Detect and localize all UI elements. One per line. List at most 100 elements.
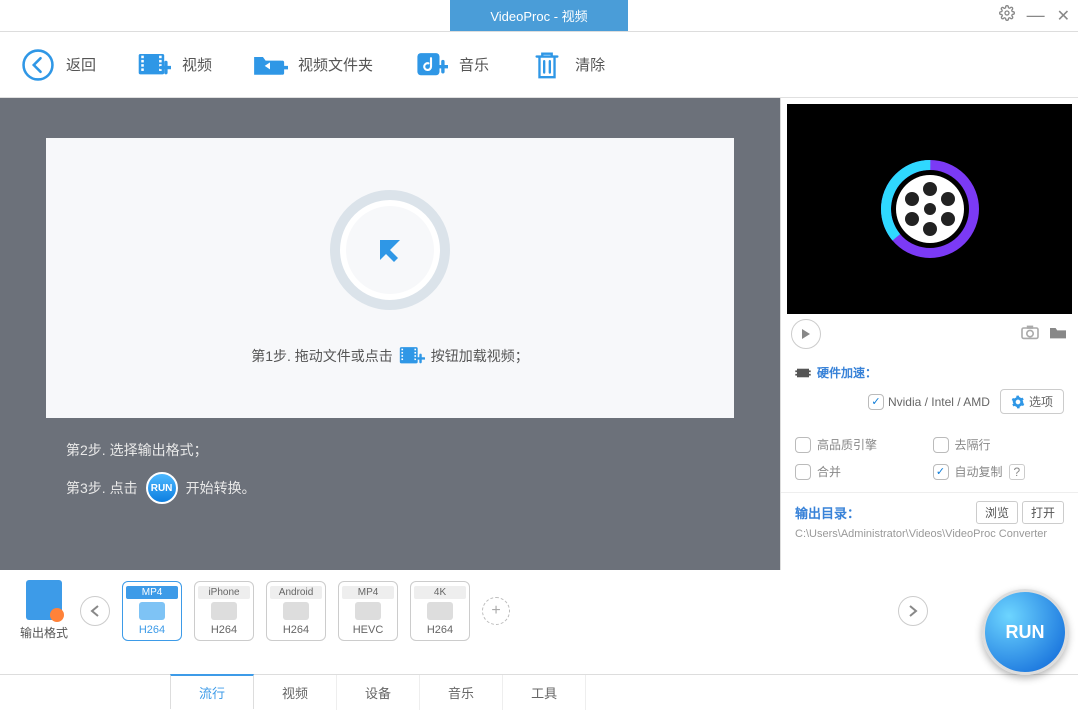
help-icon[interactable]: ? xyxy=(1009,464,1026,480)
music-icon xyxy=(413,47,449,83)
open-button[interactable]: 打开 xyxy=(1022,501,1064,524)
format-card-android-h264[interactable]: Android H264 xyxy=(266,581,326,641)
checkbox-checked-icon: ✓ xyxy=(868,394,884,410)
step3-suffix: 开始转换。 xyxy=(186,478,256,498)
gear-icon xyxy=(1011,395,1025,409)
folder-label: 视频文件夹 xyxy=(298,54,373,75)
chevron-left-icon xyxy=(90,605,100,617)
hardware-section: 硬件加速： ✓ Nvidia / Intel / AMD 选项 xyxy=(781,354,1078,424)
format-top: MP4 xyxy=(126,586,178,599)
hw-accel-label: 硬件加速： xyxy=(795,364,1064,381)
minimize-icon[interactable]: — xyxy=(1027,5,1045,26)
format-codec: H264 xyxy=(427,624,453,636)
play-icon xyxy=(800,328,812,340)
steps-panel: 第2步. 选择输出格式； 第3步. 点击 RUN 开始转换。 xyxy=(46,422,734,522)
merge-checkbox[interactable]: 合并 xyxy=(795,463,927,480)
snapshot-icon[interactable] xyxy=(1020,324,1040,345)
back-button[interactable]: 返回 xyxy=(20,47,96,83)
titlebar: VideoProc - 视频 — ✕ xyxy=(0,0,1078,32)
back-label: 返回 xyxy=(66,54,96,75)
output-dir-label: 输出目录： xyxy=(795,503,860,522)
step2-text: 第2步. 选择输出格式； xyxy=(66,434,714,466)
gpu-label: Nvidia / Intel / AMD xyxy=(888,395,990,409)
cursor-icon xyxy=(370,230,410,270)
format-thumb-icon xyxy=(283,602,309,620)
plus-icon: + xyxy=(491,602,500,620)
next-format-button[interactable] xyxy=(898,596,928,626)
format-card-iphone-h264[interactable]: iPhone H264 xyxy=(194,581,254,641)
format-bar: 输出格式 MP4 H264 iPhone H264 Android H264 MP4 HEVC… xyxy=(0,570,1078,710)
music-label: 音乐 xyxy=(459,54,489,75)
format-top: iPhone xyxy=(198,586,250,599)
video-label: 视频 xyxy=(182,54,212,75)
browse-button[interactable]: 浏览 xyxy=(976,501,1018,524)
video-icon xyxy=(136,47,172,83)
trash-icon xyxy=(529,47,565,83)
chevron-right-icon xyxy=(908,605,918,617)
add-format-button[interactable]: + xyxy=(482,597,510,625)
format-thumb-icon xyxy=(355,602,381,620)
output-path: C:\Users\Administrator\Videos\VideoProc … xyxy=(795,528,1064,540)
output-section: 输出目录： 浏览 打开 C:\Users\Administrator\Video… xyxy=(781,492,1078,548)
format-tabs: 流行视频设备音乐工具 xyxy=(0,674,1078,710)
step1-prefix: 第1步. 拖动文件或点击 xyxy=(251,346,393,366)
app-logo-icon xyxy=(870,149,990,269)
play-button[interactable] xyxy=(791,319,821,349)
clear-button[interactable]: 清除 xyxy=(529,47,605,83)
output-format-button[interactable]: 输出格式 xyxy=(20,580,68,641)
video-add-icon xyxy=(399,345,425,367)
format-top: MP4 xyxy=(342,586,394,599)
tab-4[interactable]: 工具 xyxy=(503,675,586,710)
options-label: 选项 xyxy=(1029,393,1053,410)
format-thumb-icon xyxy=(427,602,453,620)
back-icon xyxy=(20,47,56,83)
gpu-checkbox[interactable]: ✓ Nvidia / Intel / AMD xyxy=(868,394,990,410)
step1-text: 第1步. 拖动文件或点击 按钮加载视频； xyxy=(251,345,529,367)
folder-icon xyxy=(252,47,288,83)
step3-row: 第3步. 点击 RUN 开始转换。 xyxy=(66,466,714,510)
gear-icon[interactable] xyxy=(999,5,1015,26)
checkbox-checked-icon: ✓ xyxy=(933,464,949,480)
add-folder-button[interactable]: 视频文件夹 xyxy=(252,47,373,83)
format-card-mp4-hevc[interactable]: MP4 HEVC xyxy=(338,581,398,641)
step1-suffix: 按钮加载视频； xyxy=(431,346,529,366)
format-codec: HEVC xyxy=(353,624,384,636)
run-button[interactable]: RUN xyxy=(982,589,1068,675)
add-music-button[interactable]: 音乐 xyxy=(413,47,489,83)
toolbar: 返回 视频 视频文件夹 音乐 清除 xyxy=(0,32,1078,98)
preview-controls xyxy=(781,314,1078,354)
window-title: VideoProc - 视频 xyxy=(450,0,627,31)
drop-zone[interactable]: 第1步. 拖动文件或点击 按钮加载视频； xyxy=(46,138,734,418)
format-card-mp4-h264[interactable]: MP4 H264 xyxy=(122,581,182,641)
main-area: 第1步. 拖动文件或点击 按钮加载视频； 第2步. 选择输出格式； 第3步. 点… xyxy=(0,98,1078,570)
open-folder-icon[interactable] xyxy=(1048,324,1068,345)
format-doc-icon xyxy=(26,580,62,620)
clear-label: 清除 xyxy=(575,54,605,75)
close-icon[interactable]: ✕ xyxy=(1057,6,1070,26)
chip-icon xyxy=(795,367,811,379)
format-top: 4K xyxy=(414,586,466,599)
add-video-button[interactable]: 视频 xyxy=(136,47,212,83)
right-panel: 硬件加速： ✓ Nvidia / Intel / AMD 选项 高品质引擎 去隔… xyxy=(780,98,1078,570)
format-thumb-icon xyxy=(139,602,165,620)
format-thumb-icon xyxy=(211,602,237,620)
format-top: Android xyxy=(270,586,322,599)
autocopy-checkbox[interactable]: ✓自动复制? xyxy=(933,463,1065,480)
tab-3[interactable]: 音乐 xyxy=(420,675,503,710)
high-quality-checkbox[interactable]: 高品质引擎 xyxy=(795,436,927,453)
output-format-label: 输出格式 xyxy=(20,624,68,641)
run-badge-icon: RUN xyxy=(146,472,178,504)
preview-area xyxy=(787,104,1072,314)
deinterlace-checkbox[interactable]: 去隔行 xyxy=(933,436,1065,453)
format-codec: H264 xyxy=(211,624,237,636)
options-grid: 高品质引擎 去隔行 合并 ✓自动复制? xyxy=(781,424,1078,492)
prev-format-button[interactable] xyxy=(80,596,110,626)
format-codec: H264 xyxy=(283,624,309,636)
tab-2[interactable]: 设备 xyxy=(337,675,420,710)
format-codec: H264 xyxy=(139,624,165,636)
tab-0[interactable]: 流行 xyxy=(170,674,254,709)
tab-1[interactable]: 视频 xyxy=(254,675,337,710)
step3-prefix: 第3步. 点击 xyxy=(66,478,138,498)
options-button[interactable]: 选项 xyxy=(1000,389,1064,414)
format-card-4k-h264[interactable]: 4K H264 xyxy=(410,581,470,641)
